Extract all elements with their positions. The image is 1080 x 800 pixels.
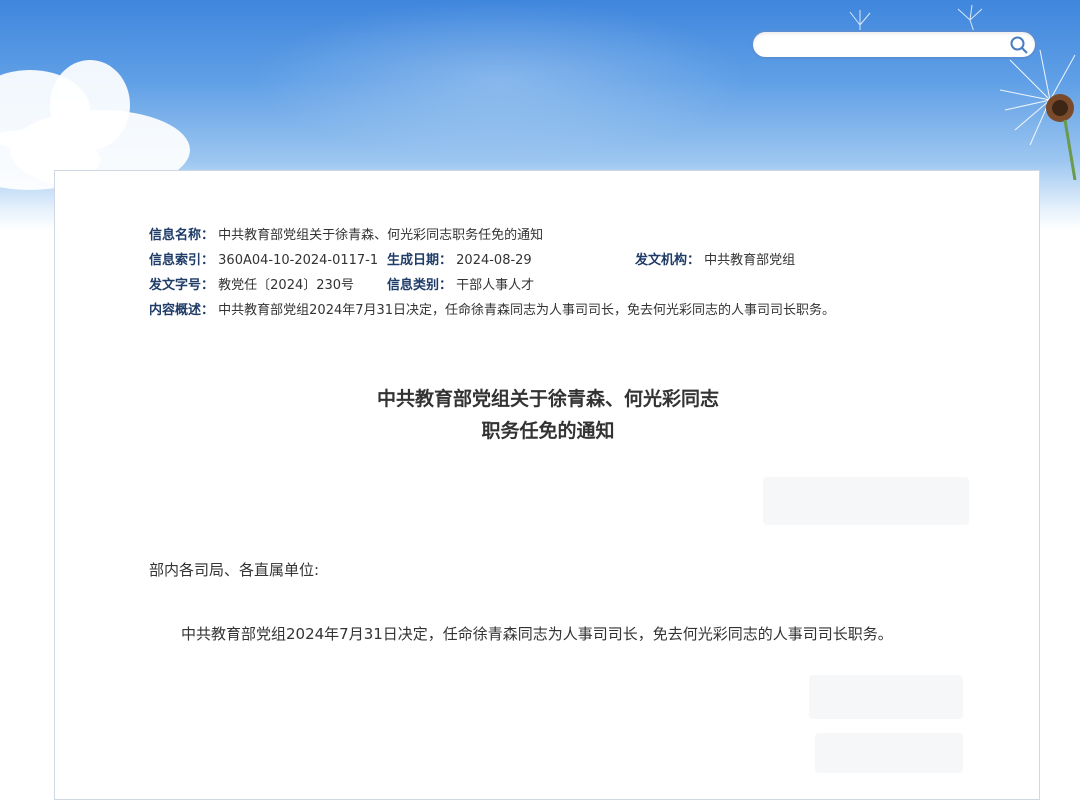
article-title: 中共教育部党组关于徐青森、何光彩同志 职务任免的通知 [55,383,1041,447]
meta-row-summary: 内容概述： 中共教育部党组2024年7月31日决定，任命徐青森同志为人事司司长，… [149,298,969,323]
doc-number-label: 发文字号： [149,278,215,293]
summary-value: 中共教育部党组2024年7月31日决定，任命徐青森同志为人事司司长，免去何光彩同… [218,303,836,318]
summary-label: 内容概述： [149,303,215,318]
info-name-label: 信息名称： [149,228,215,243]
issuer-value: 中共教育部党组 [704,253,796,268]
category-value: 干部人事人才 [456,278,535,293]
search-input[interactable] [765,35,1009,57]
date-value: 2024-08-29 [456,253,532,268]
body-paragraph: 中共教育部党组2024年7月31日决定，任命徐青森同志为人事司司长，免去何光彩同… [181,625,893,643]
meta-row-index: 信息索引： 360A04-10-2024-0117-1 生成日期： 2024-0… [149,248,969,273]
faint-watermark [809,675,963,719]
info-index-value: 360A04-10-2024-0117-1 [218,253,379,268]
info-metadata: 信息名称： 中共教育部党组关于徐青森、何光彩同志职务任免的通知 信息索引： 36… [149,223,969,323]
banner-glow [250,0,750,160]
date-label: 生成日期： [387,253,453,268]
title-line-2: 职务任免的通知 [481,420,615,442]
faint-watermark [763,477,969,525]
category-label: 信息类别： [387,278,453,293]
faint-watermark [815,733,963,773]
meta-row-name: 信息名称： 中共教育部党组关于徐青森、何光彩同志职务任免的通知 [149,223,969,248]
doc-number-value: 教党任〔2024〕230号 [218,278,355,293]
info-name-value: 中共教育部党组关于徐青森、何光彩同志职务任免的通知 [218,228,544,243]
info-index-label: 信息索引： [149,253,215,268]
salutation: 部内各司局、各直属单位: [149,561,320,579]
search-icon[interactable] [1009,35,1029,55]
search-box [751,30,1037,59]
dandelion-icon [999,49,1077,180]
title-line-1: 中共教育部党组关于徐青森、何光彩同志 [376,388,719,410]
meta-row-docno: 发文字号： 教党任〔2024〕230号 信息类别： 干部人事人才 [149,273,969,298]
issuer-label: 发文机构： [635,253,701,268]
content-panel: 信息名称： 中共教育部党组关于徐青森、何光彩同志职务任免的通知 信息索引： 36… [54,170,1040,800]
